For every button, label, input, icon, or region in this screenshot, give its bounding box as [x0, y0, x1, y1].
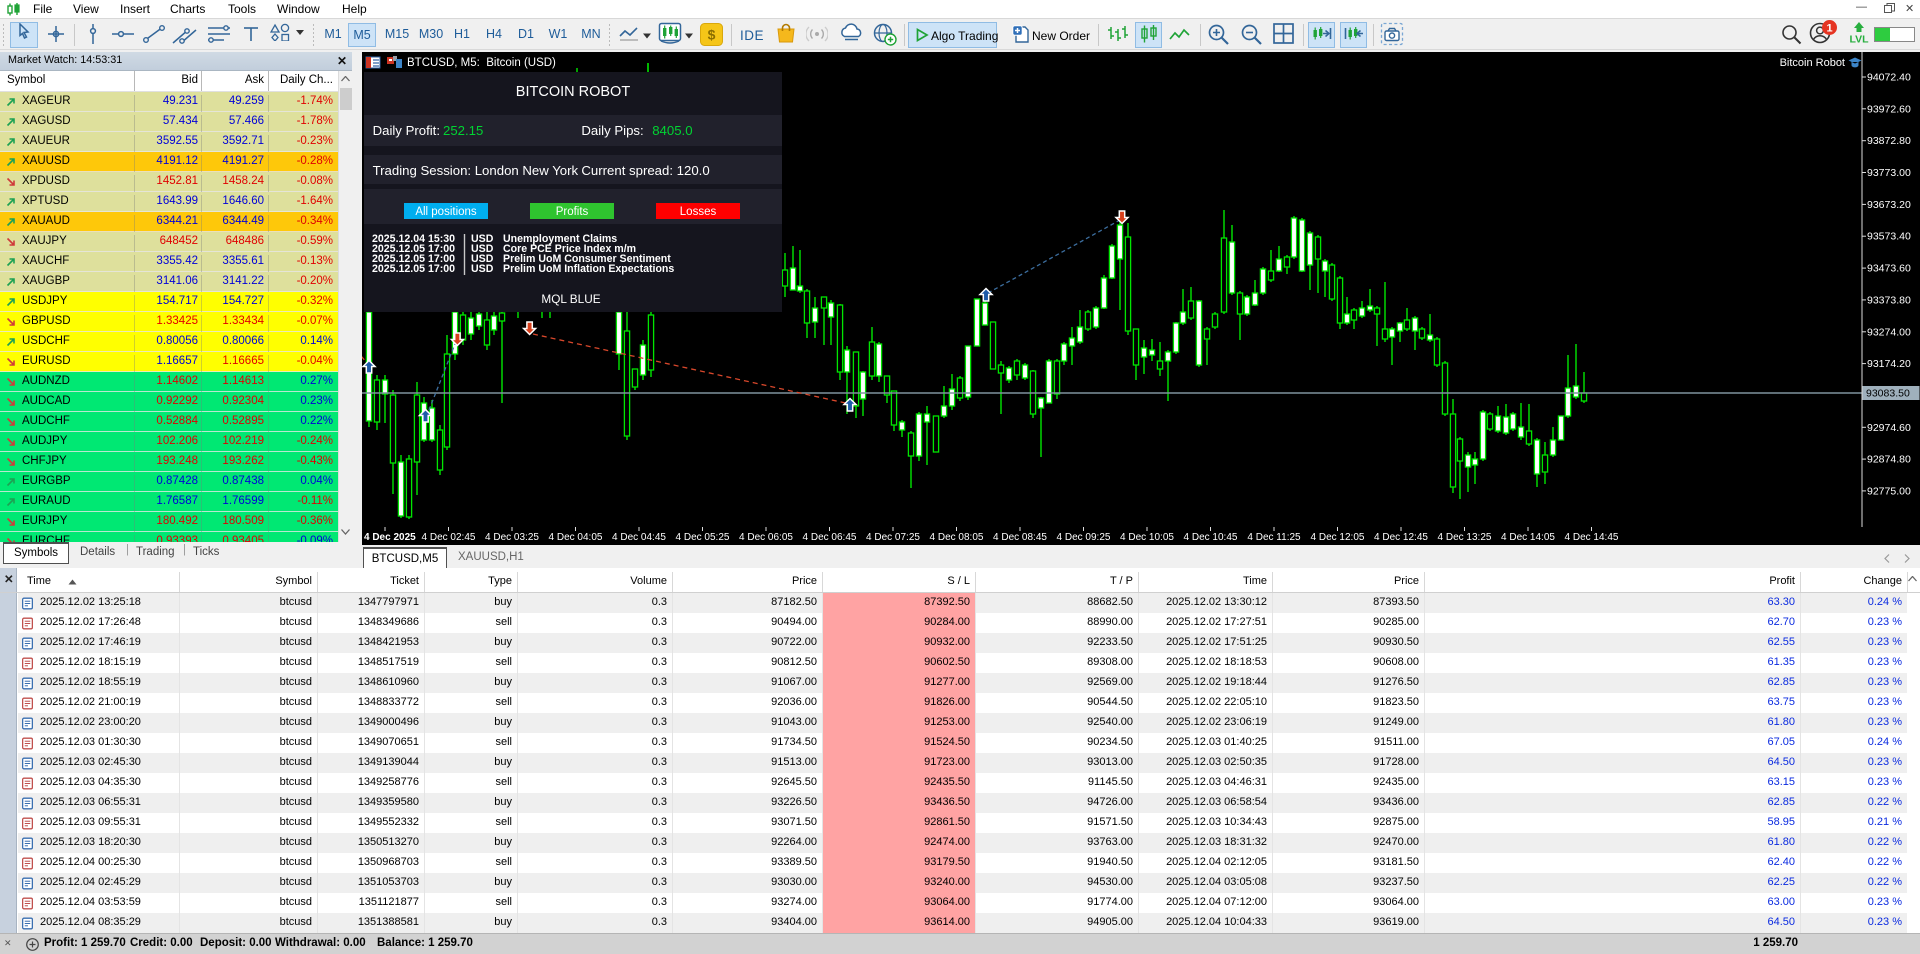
svg-text:92974.60: 92974.60: [1867, 422, 1911, 434]
svg-text:93373.80: 93373.80: [1867, 294, 1911, 306]
svg-text:92775.00: 92775.00: [1867, 485, 1911, 497]
svg-text:92874.80: 92874.80: [1867, 454, 1911, 466]
svg-text:4 Dec 07:25: 4 Dec 07:25: [866, 532, 920, 543]
svg-text:4 Dec 14:45: 4 Dec 14:45: [1565, 532, 1619, 543]
svg-text:LVL: LVL: [1849, 34, 1869, 46]
svg-text:4 Dec 05:25: 4 Dec 05:25: [676, 532, 730, 543]
svg-text:93872.80: 93872.80: [1867, 135, 1911, 147]
svg-text:4 Dec 02:45: 4 Dec 02:45: [422, 532, 476, 543]
svg-text:Losses: Losses: [680, 206, 717, 218]
svg-text:93972.60: 93972.60: [1867, 103, 1911, 115]
svg-text:94072.40: 94072.40: [1867, 72, 1911, 84]
svg-text:All positions: All positions: [415, 206, 477, 218]
svg-text:Bitcoin Robot: Bitcoin Robot: [1780, 57, 1845, 69]
svg-text:4 Dec 09:25: 4 Dec 09:25: [1057, 532, 1111, 543]
svg-text:4 Dec 10:45: 4 Dec 10:45: [1184, 532, 1238, 543]
svg-text:4 Dec 04:45: 4 Dec 04:45: [612, 532, 666, 543]
svg-text:4 Dec 06:45: 4 Dec 06:45: [803, 532, 857, 543]
svg-text:93083.50: 93083.50: [1866, 388, 1910, 400]
svg-text:252.15: 252.15: [443, 123, 483, 138]
svg-text:Trading Session: London New Yo: Trading Session: London New York: [373, 163, 579, 178]
svg-text:93573.40: 93573.40: [1867, 231, 1911, 243]
svg-text:4 Dec 12:45: 4 Dec 12:45: [1374, 532, 1428, 543]
svg-text:1: 1: [1826, 23, 1832, 35]
svg-text:4 Dec 12:05: 4 Dec 12:05: [1311, 532, 1365, 543]
svg-text:93773.00: 93773.00: [1867, 167, 1911, 179]
svg-text:93673.20: 93673.20: [1867, 199, 1911, 211]
svg-text:4 Dec 03:25: 4 Dec 03:25: [485, 532, 539, 543]
svg-text:Profits: Profits: [556, 206, 589, 218]
svg-text:$: $: [708, 27, 716, 43]
svg-text:4 Dec 10:05: 4 Dec 10:05: [1120, 532, 1174, 543]
svg-text:MQL BLUE: MQL BLUE: [541, 292, 600, 306]
svg-text:Daily Profit:: Daily Profit:: [373, 123, 440, 138]
svg-text:Current spread: 120.0: Current spread: 120.0: [581, 163, 709, 178]
svg-text:4 Dec 14:05: 4 Dec 14:05: [1501, 532, 1555, 543]
svg-text:4 Dec 06:05: 4 Dec 06:05: [739, 532, 793, 543]
svg-text:93274.00: 93274.00: [1867, 326, 1911, 338]
svg-text:USD: USD: [471, 263, 494, 275]
svg-text:4 Dec 2025: 4 Dec 2025: [364, 532, 416, 543]
svg-text:4 Dec 08:45: 4 Dec 08:45: [993, 532, 1047, 543]
svg-text:4 Dec 13:25: 4 Dec 13:25: [1438, 532, 1492, 543]
svg-text:4 Dec 08:05: 4 Dec 08:05: [930, 532, 984, 543]
svg-text:BITCOIN ROBOT: BITCOIN ROBOT: [516, 84, 631, 100]
svg-text:BTCUSD, M5: Bitcoin (USD): BTCUSD, M5: Bitcoin (USD): [407, 57, 556, 69]
svg-text:93473.60: 93473.60: [1867, 263, 1911, 275]
svg-text:2025.12.05 17:00: 2025.12.05 17:00: [372, 263, 455, 275]
svg-text:4 Dec 04:05: 4 Dec 04:05: [549, 532, 603, 543]
svg-text:8405.0: 8405.0: [652, 123, 692, 138]
svg-text:93174.20: 93174.20: [1867, 358, 1911, 370]
svg-text:Prelim UoM Inflation Expectati: Prelim UoM Inflation Expectations: [503, 263, 674, 275]
svg-text:Daily Pips:: Daily Pips:: [581, 123, 643, 138]
svg-text:4 Dec 11:25: 4 Dec 11:25: [1247, 532, 1301, 543]
